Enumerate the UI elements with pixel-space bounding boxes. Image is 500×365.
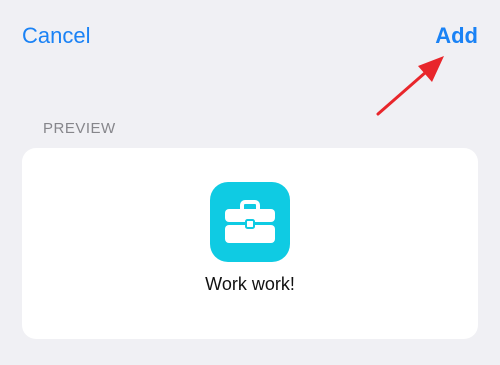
annotation-arrow — [376, 56, 444, 116]
shortcut-icon-tile[interactable] — [210, 182, 290, 262]
briefcase-icon — [225, 200, 275, 243]
shortcut-name: Work work! — [205, 274, 295, 294]
add-button[interactable]: Add — [435, 23, 478, 49]
preview-card: Work work! — [22, 148, 478, 339]
preview-section-title: PREVIEW — [43, 120, 116, 137]
cancel-button[interactable]: Cancel — [22, 23, 90, 49]
